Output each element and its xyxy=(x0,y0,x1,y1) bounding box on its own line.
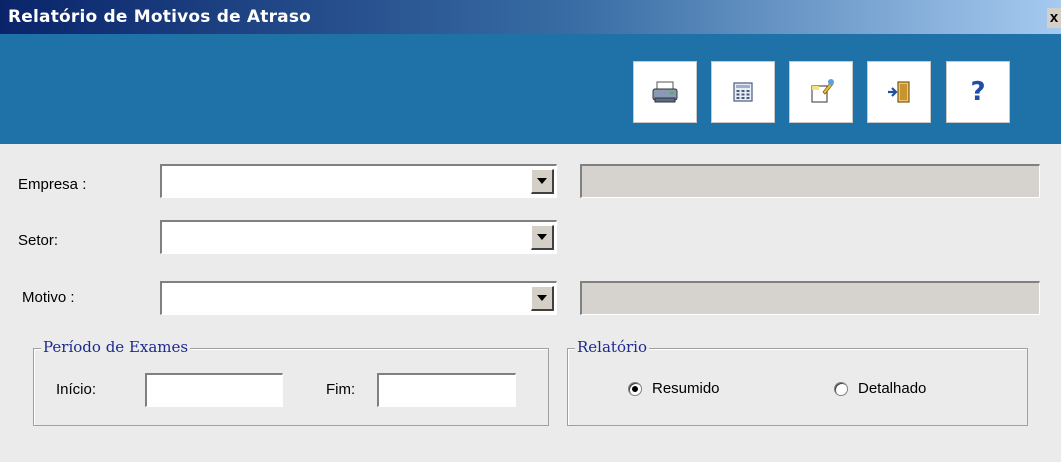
setor-dropdown-button[interactable] xyxy=(531,225,554,250)
calculator-icon xyxy=(731,80,755,104)
empresa-label: Empresa : xyxy=(18,176,87,193)
setor-combobox[interactable] xyxy=(160,220,557,254)
radio-selected-dot xyxy=(632,386,638,392)
fim-input[interactable] xyxy=(377,373,516,407)
periodo-group: Período de Exames Início: Fim: xyxy=(33,338,549,426)
resumido-radio[interactable] xyxy=(628,382,642,396)
relatorio-group: Relatório Resumido Detalhado xyxy=(567,338,1028,426)
help-button[interactable]: ? xyxy=(946,61,1010,123)
relatorio-legend: Relatório xyxy=(575,338,649,356)
resumido-radio-option[interactable]: Resumido xyxy=(628,379,768,399)
chevron-down-icon xyxy=(537,234,547,240)
empresa-dropdown-button[interactable] xyxy=(531,169,554,194)
exit-door-icon xyxy=(885,78,913,106)
periodo-legend: Período de Exames xyxy=(41,338,191,356)
chevron-down-icon xyxy=(537,178,547,184)
motivo-combobox[interactable] xyxy=(160,281,557,315)
edit-note-icon xyxy=(807,78,835,106)
setor-label: Setor: xyxy=(18,232,59,249)
window-title: Relatório de Motivos de Atraso xyxy=(8,7,312,27)
title-bar: Relatório de Motivos de Atraso x xyxy=(0,0,1061,34)
empresa-combobox[interactable] xyxy=(160,164,557,198)
inicio-input[interactable] xyxy=(145,373,283,407)
chevron-down-icon xyxy=(537,295,547,301)
help-icon: ? xyxy=(970,77,986,107)
fim-label: Fim: xyxy=(326,381,356,398)
inicio-label: Início: xyxy=(56,381,97,398)
close-button[interactable]: x xyxy=(1047,8,1061,28)
exit-button[interactable] xyxy=(867,61,931,123)
printer-icon xyxy=(650,78,680,106)
empresa-description-field xyxy=(580,164,1040,198)
motivo-description-field xyxy=(580,281,1040,315)
motivo-label: Motivo : xyxy=(22,289,75,306)
detalhado-radio-option[interactable]: Detalhado xyxy=(834,379,984,399)
calculator-button[interactable] xyxy=(711,61,775,123)
print-button[interactable] xyxy=(633,61,697,123)
detalhado-radio[interactable] xyxy=(834,382,848,396)
resumido-label: Resumido xyxy=(652,380,720,397)
motivo-dropdown-button[interactable] xyxy=(531,286,554,311)
edit-button[interactable] xyxy=(789,61,853,123)
toolbar: ? xyxy=(0,34,1061,144)
detalhado-label: Detalhado xyxy=(858,380,927,397)
